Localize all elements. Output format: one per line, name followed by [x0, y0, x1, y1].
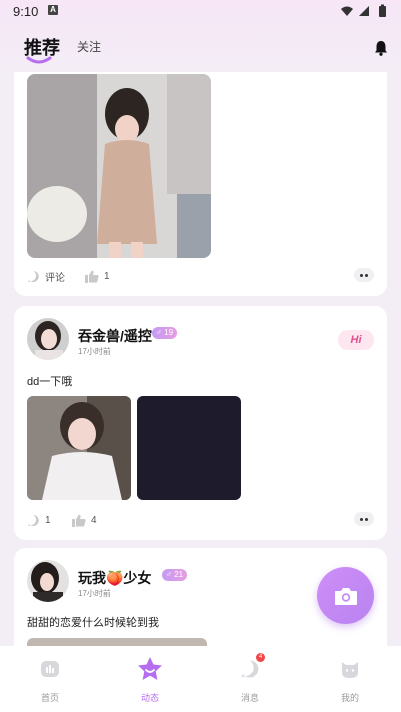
post-card[interactable]: 评论 1	[14, 72, 387, 296]
post-photo[interactable]	[27, 396, 131, 500]
status-bar: 9:10 A	[0, 0, 401, 22]
gender-age-badge: ♂ 19	[152, 327, 178, 339]
feed-list[interactable]: 评论 1 吞金兽/遥控 ♂ 19 17小时前 Hi dd一下哦 1 4 玩我🍑少…	[0, 72, 401, 646]
nav-label-moments: 动态	[140, 693, 159, 703]
post-text: 甜甜的恋爱什么时候轮到我	[27, 617, 159, 629]
status-time: 9:10	[13, 4, 39, 19]
post-card[interactable]: 吞金兽/遥控 ♂ 19 17小时前 Hi dd一下哦 1 4	[14, 306, 387, 540]
post-timestamp: 17小时前	[78, 347, 111, 356]
home-icon	[41, 661, 59, 677]
star-icon	[138, 657, 162, 680]
comment-button[interactable]: 评论	[27, 268, 65, 284]
tab-active-indicator	[26, 56, 52, 64]
comment-icon	[28, 270, 39, 282]
thumbs-up-icon	[72, 514, 86, 527]
like-button[interactable]: 4	[72, 512, 97, 528]
post-timestamp: 17小时前	[78, 589, 111, 598]
bottom-navigation: 首页 动态 4 消息 我的	[0, 646, 401, 712]
like-count: 1	[104, 270, 110, 282]
top-header: 推荐 关注	[0, 22, 401, 72]
hi-button[interactable]: Hi	[338, 330, 374, 350]
comment-button[interactable]: 1	[27, 512, 51, 528]
like-count: 4	[91, 514, 97, 526]
system-status-icons	[341, 4, 386, 17]
post-photo[interactable]	[27, 638, 207, 646]
comment-count: 1	[45, 514, 51, 526]
bell-icon[interactable]	[374, 40, 388, 56]
username[interactable]: 玩我🍑少女	[78, 568, 151, 588]
profile-cat-icon	[342, 662, 358, 678]
thumbs-up-icon	[85, 270, 99, 283]
tab-follow[interactable]: 关注	[77, 38, 101, 55]
post-actions: 1 4	[27, 512, 374, 528]
username[interactable]: 吞金兽/遥控	[78, 326, 152, 346]
nav-label-home: 首页	[40, 693, 59, 703]
notification-icon: A	[48, 5, 58, 15]
nav-messages[interactable]: 4 消息	[200, 646, 300, 712]
like-button[interactable]: 1	[85, 268, 110, 284]
post-actions: 评论 1	[27, 268, 374, 284]
post-text: dd一下哦	[27, 376, 73, 388]
comment-label: 评论	[45, 272, 65, 284]
nav-label-messages: 消息	[240, 693, 259, 703]
gender-age-badge: ♂ 21	[162, 569, 188, 581]
more-options-button[interactable]	[354, 512, 374, 526]
post-photo[interactable]	[27, 74, 211, 258]
avatar[interactable]	[27, 318, 69, 360]
camera-icon	[334, 587, 357, 605]
message-badge: 4	[256, 653, 265, 662]
nav-moments[interactable]: 动态	[100, 646, 200, 712]
message-icon	[241, 660, 259, 678]
nav-home[interactable]: 首页	[0, 646, 100, 712]
avatar[interactable]	[27, 560, 69, 602]
nav-label-profile: 我的	[340, 693, 359, 703]
post-photo[interactable]	[137, 396, 241, 500]
more-options-button[interactable]	[354, 268, 374, 282]
nav-profile[interactable]: 我的	[300, 646, 400, 712]
comment-icon	[28, 514, 39, 526]
camera-post-button[interactable]	[317, 567, 374, 624]
